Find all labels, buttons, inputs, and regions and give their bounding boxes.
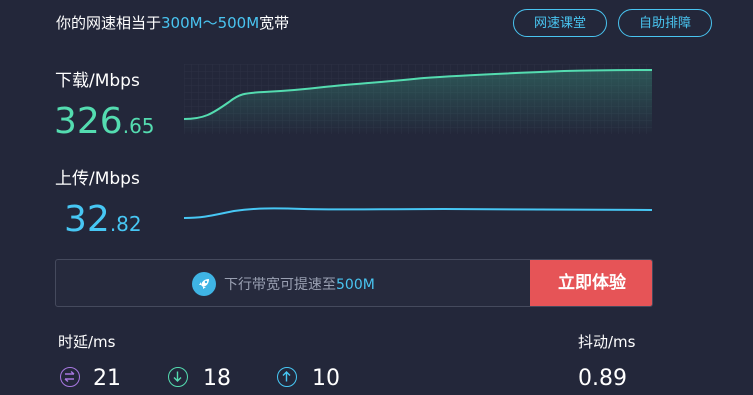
self-troubleshoot-button[interactable]: 自助排障 [618,9,712,37]
download-speed-int: 326 [54,101,123,142]
upgrade-promo-bar: 下行带宽可提速至500M 立即体验 [55,259,653,307]
headline-suffix: 宽带 [259,14,290,32]
bidirectional-icon [60,367,80,387]
speed-class-button[interactable]: 网速课堂 [513,9,607,37]
latency-label: 时延/ms [58,333,116,351]
upload-speed-value: 32.82 [64,202,142,238]
promo-text-speed: 500M [336,277,375,293]
headline-range: 300M～500M [161,14,260,32]
latency-download-value: 18 [203,366,231,391]
latency-bidirectional-value: 21 [93,366,121,391]
download-speed-value: 326.65 [54,104,155,140]
headline-prefix: 你的网速相当于 [56,14,162,32]
try-now-button[interactable]: 立即体验 [530,260,652,306]
rocket-icon [192,272,216,296]
download-speed-chart [184,64,652,134]
upload-chart-line [184,207,652,219]
jitter-value: 0.89 [578,366,627,391]
upload-label: 上传/Mbps [55,169,140,189]
download-label: 下载/Mbps [55,71,140,91]
upload-speed-dec: .82 [109,212,142,236]
promo-text: 下行带宽可提速至500M [224,274,375,294]
jitter-label: 抖动/ms [578,333,636,351]
download-speed-dec: .65 [122,114,155,138]
speed-equivalence-headline: 你的网速相当于300M～500M宽带 [56,12,289,33]
promo-text-prefix: 下行带宽可提速至 [224,277,336,293]
latency-upload-value: 10 [312,366,340,391]
upload-speed-int: 32 [64,199,110,240]
upload-speed-chart [184,207,652,219]
upload-arrow-icon [277,367,297,387]
download-arrow-icon [168,367,188,387]
